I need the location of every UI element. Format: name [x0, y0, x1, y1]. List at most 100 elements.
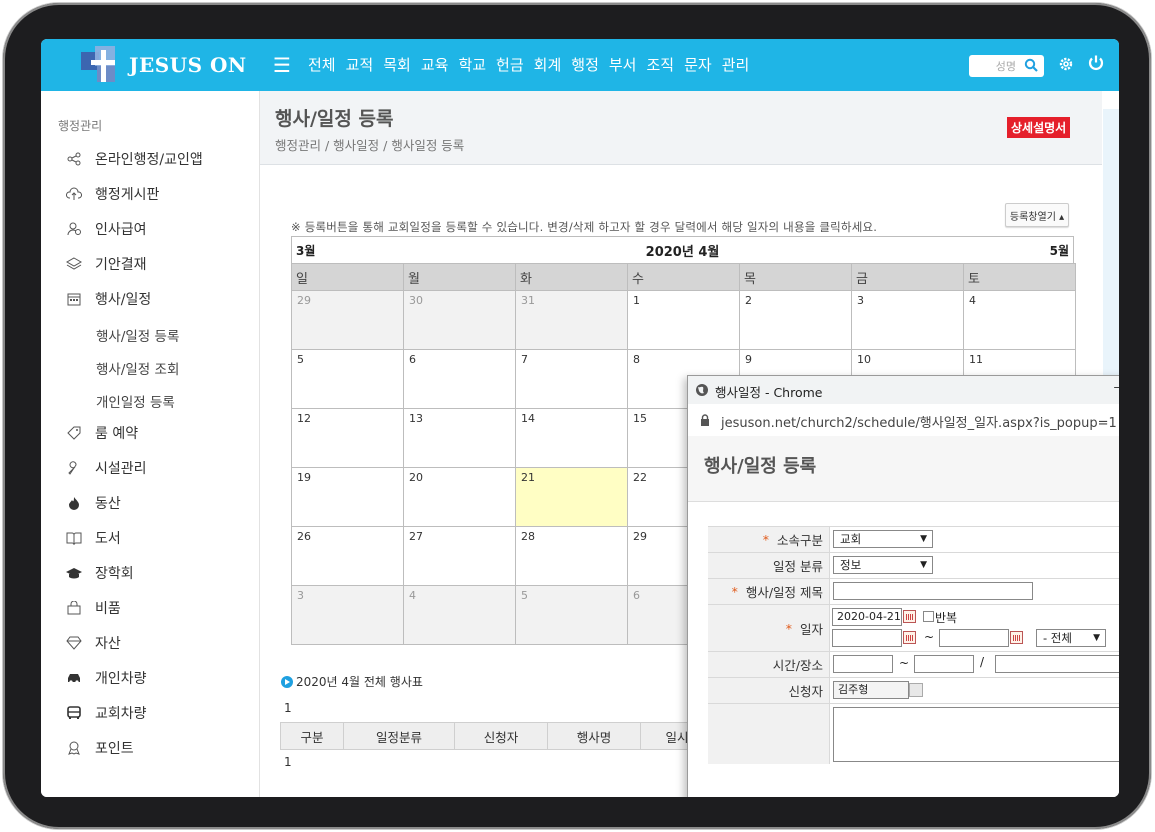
day-cell[interactable]: 2: [739, 290, 852, 350]
sidebar-item-label: 동산: [95, 496, 121, 512]
calendar-picker-icon[interactable]: [1010, 631, 1023, 644]
day-cell[interactable]: 27: [403, 526, 516, 586]
sidebar-subitem-view[interactable]: 행사/일정 조회: [96, 358, 179, 378]
nav-item[interactable]: 부서: [609, 54, 637, 75]
app-logo[interactable]: JESUS ON: [81, 45, 247, 85]
sidebar-subitem-register[interactable]: 행사/일정 등록: [96, 325, 179, 345]
minimize-button[interactable]: –: [1114, 380, 1120, 395]
manual-button[interactable]: 상세설명서: [1007, 117, 1071, 138]
time-start-input[interactable]: [833, 655, 893, 673]
cloud-upload-icon: [65, 185, 83, 203]
nav-item[interactable]: 회계: [534, 54, 562, 75]
form-row-date: * 일자 2020-04-21 반복 ~ - 전체 ▼: [708, 604, 1119, 651]
day-cell[interactable]: 12: [291, 408, 404, 468]
day-cell[interactable]: 4: [963, 290, 1076, 350]
day-cell[interactable]: 31: [515, 290, 628, 350]
day-cell[interactable]: 4: [403, 585, 516, 645]
sidebar-item-schedule[interactable]: 행사/일정: [65, 289, 151, 309]
next-month-link[interactable]: 5월: [1050, 242, 1069, 259]
lock-icon: [701, 414, 709, 426]
weekday-header: 화: [515, 263, 628, 291]
sidebar-item-movable[interactable]: 동산: [65, 493, 121, 513]
summary-link-label: 2020년 4월 전체 행사표: [296, 675, 423, 689]
calendar-picker-icon[interactable]: [903, 631, 916, 644]
repeat-start-input[interactable]: [832, 629, 902, 647]
sidebar-item-payroll[interactable]: 인사급여: [65, 219, 147, 239]
sidebar-subitem-personal[interactable]: 개인일정 등록: [96, 391, 175, 411]
form-label: * 일자: [708, 605, 830, 651]
sidebar-item-online-admin[interactable]: 온라인행정/교인앱: [65, 149, 203, 169]
nav-item[interactable]: 행정: [571, 54, 599, 75]
repeat-end-input[interactable]: [939, 629, 1009, 647]
day-cell[interactable]: 5: [291, 349, 404, 409]
day-cell[interactable]: 3: [851, 290, 964, 350]
search-icon[interactable]: [909, 683, 923, 697]
wrench-icon: [65, 459, 83, 477]
nav-item[interactable]: 관리: [722, 54, 750, 75]
event-title-input[interactable]: [833, 582, 1033, 600]
time-tilde: ~: [899, 656, 910, 670]
day-cell[interactable]: 29: [291, 290, 404, 350]
sidebar-item-scholarship[interactable]: 장학회: [65, 563, 134, 583]
sidebar-item-personal-car[interactable]: 개인차량: [65, 668, 147, 688]
screen: JESUS ON ☰ 전체 교적 목회 교육 학교 헌금 회계 행정 부서 조직…: [41, 39, 1119, 797]
date-input[interactable]: 2020-04-21: [832, 608, 902, 626]
graduation-cap-icon: [65, 564, 83, 582]
calendar-picker-icon[interactable]: [903, 610, 916, 623]
day-cell[interactable]: 19: [291, 467, 404, 527]
repeat-checkbox[interactable]: [923, 611, 934, 622]
monthly-summary-link[interactable]: 2020년 4월 전체 행사표: [281, 673, 423, 690]
day-cell[interactable]: 30: [403, 290, 516, 350]
day-cell[interactable]: 26: [291, 526, 404, 586]
sidebar-item-facility[interactable]: 시설관리: [65, 458, 147, 478]
day-cell[interactable]: 14: [515, 408, 628, 468]
day-cell[interactable]: 6: [403, 349, 516, 409]
sidebar-item-library[interactable]: 도서: [65, 528, 121, 548]
sidebar-item-supplies[interactable]: 비품: [65, 598, 121, 618]
search-icon[interactable]: [1024, 58, 1038, 72]
sidebar-item-board[interactable]: 행정게시판: [65, 184, 159, 204]
day-cell[interactable]: 1: [627, 290, 740, 350]
power-icon[interactable]: [1087, 54, 1105, 72]
nav-item[interactable]: 전체: [308, 54, 336, 75]
description-textarea[interactable]: [833, 707, 1119, 762]
sidebar-item-assets[interactable]: 자산: [65, 633, 121, 653]
category-select[interactable]: 정보 ▼: [833, 556, 933, 574]
name-search-input[interactable]: 성명: [969, 55, 1044, 77]
nav-item[interactable]: 교육: [421, 54, 449, 75]
award-icon: [65, 739, 83, 757]
sidebar-item-room[interactable]: 룸 예약: [65, 423, 138, 443]
nav-item[interactable]: 문자: [684, 54, 712, 75]
popup-url[interactable]: jesuson.net/church2/schedule/행사일정_일자.asp…: [721, 412, 1117, 431]
sidebar-item-points[interactable]: 포인트: [65, 738, 134, 758]
day-cell[interactable]: 3: [291, 585, 404, 645]
sidebar-item-church-bus[interactable]: 교회차량: [65, 703, 147, 723]
calendar-header: 3월 2020년 4월 5월: [291, 236, 1074, 263]
repeat-range-select[interactable]: - 전체 ▼: [1036, 629, 1106, 647]
popup-window: 행사일정 - Chrome – jesuson.net/church2/sche…: [687, 375, 1119, 797]
nav-item[interactable]: 조직: [646, 54, 674, 75]
day-cell[interactable]: 5: [515, 585, 628, 645]
applicant-input[interactable]: 김주형: [833, 681, 909, 699]
nav-item[interactable]: 헌금: [496, 54, 524, 75]
day-cell[interactable]: 13: [403, 408, 516, 468]
open-register-button[interactable]: 등록창열기 ▴: [1005, 203, 1069, 227]
gear-icon[interactable]: [1057, 55, 1075, 73]
day-cell[interactable]: 7: [515, 349, 628, 409]
nav-item[interactable]: 교적: [346, 54, 374, 75]
hamburger-menu-icon[interactable]: ☰: [273, 55, 291, 75]
time-end-input[interactable]: [914, 655, 974, 673]
date-value: 2020-04-21: [837, 610, 901, 623]
sidebar-item-approval[interactable]: 기안결재: [65, 254, 147, 274]
nav-item[interactable]: 학교: [458, 54, 486, 75]
nav-item[interactable]: 목회: [383, 54, 411, 75]
affiliation-select[interactable]: 교회 ▼: [833, 530, 933, 548]
day-cell[interactable]: 20: [403, 467, 516, 527]
car-icon: [65, 669, 83, 687]
today-cell[interactable]: 21: [515, 467, 628, 527]
weekday-header: 수: [627, 263, 740, 291]
place-input[interactable]: [995, 655, 1119, 673]
day-cell[interactable]: 28: [515, 526, 628, 586]
weekday-header: 목: [739, 263, 852, 291]
repeat-label: 반복: [935, 611, 958, 625]
